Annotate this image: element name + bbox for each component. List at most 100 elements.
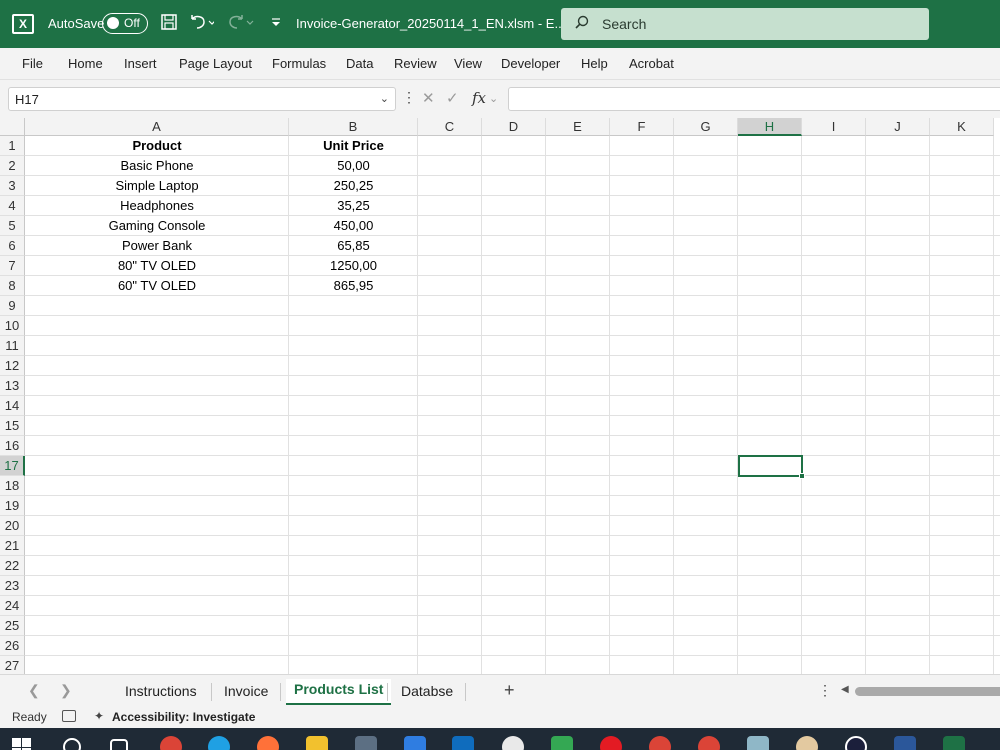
outlook-icon[interactable]: [452, 736, 474, 750]
column-header-a[interactable]: A: [25, 118, 289, 136]
row-header-18[interactable]: 18: [0, 476, 25, 496]
column-header-b[interactable]: B: [289, 118, 418, 136]
product-name-cell[interactable]: Power Bank: [25, 236, 289, 256]
more-options-icon[interactable]: ⋮: [402, 89, 416, 106]
firefox-icon[interactable]: [257, 736, 279, 750]
row-header-6[interactable]: 6: [0, 236, 25, 256]
chrome-icon[interactable]: [160, 736, 182, 750]
unit-price-cell[interactable]: 1250,00: [289, 256, 418, 276]
redo-icon[interactable]: [228, 13, 254, 35]
selected-cell-h17[interactable]: [738, 455, 805, 479]
scroll-left-icon[interactable]: ◀: [841, 684, 849, 695]
insert-function-button[interactable]: fx: [472, 89, 486, 107]
unit-price-cell[interactable]: 35,25: [289, 196, 418, 216]
product-name-cell[interactable]: Gaming Console: [25, 216, 289, 236]
drive-icon[interactable]: [551, 736, 573, 750]
row-header-16[interactable]: 16: [0, 436, 25, 456]
calculator-icon[interactable]: [355, 736, 377, 750]
store-icon[interactable]: [404, 736, 426, 750]
opera-icon[interactable]: [600, 736, 622, 750]
chevron-down-icon[interactable]: ⌄: [380, 92, 389, 105]
row-header-8[interactable]: 8: [0, 276, 25, 296]
tab-file[interactable]: File: [22, 56, 43, 71]
row-header-19[interactable]: 19: [0, 496, 25, 516]
row-header-3[interactable]: 3: [0, 176, 25, 196]
accessibility-status[interactable]: Accessibility: Investigate: [112, 710, 255, 724]
horizontal-scrollbar[interactable]: [855, 687, 1000, 696]
chrome-profile-icon[interactable]: [649, 736, 671, 750]
word-icon[interactable]: [894, 736, 916, 750]
product-name-cell[interactable]: 80" TV OLED: [25, 256, 289, 276]
fill-handle[interactable]: [799, 473, 805, 479]
row-header-10[interactable]: 10: [0, 316, 25, 336]
product-name-cell[interactable]: Basic Phone: [25, 156, 289, 176]
autosave-toggle[interactable]: Off: [102, 13, 148, 34]
next-sheet-icon[interactable]: ❯: [60, 682, 72, 699]
tab-page-layout[interactable]: Page Layout: [179, 56, 252, 71]
teamviewer-icon[interactable]: [845, 736, 867, 750]
column-header-k[interactable]: K: [930, 118, 994, 136]
unit-price-cell[interactable]: 250,25: [289, 176, 418, 196]
unit-price-cell[interactable]: 65,85: [289, 236, 418, 256]
name-box[interactable]: H17 ⌄: [8, 87, 396, 111]
macro-recording-icon[interactable]: [62, 710, 76, 722]
notes-app-icon[interactable]: [747, 736, 769, 750]
row-header-26[interactable]: 26: [0, 636, 25, 656]
column-header-c[interactable]: C: [418, 118, 482, 136]
file-explorer-icon[interactable]: [306, 736, 328, 750]
row-header-27[interactable]: 27: [0, 656, 25, 674]
accessibility-icon[interactable]: ✦: [94, 709, 104, 723]
select-all-corner[interactable]: [0, 118, 25, 136]
column-header-d[interactable]: D: [482, 118, 546, 136]
undo-icon[interactable]: [188, 13, 216, 35]
unit-price-cell[interactable]: 450,00: [289, 216, 418, 236]
paint-icon[interactable]: [796, 736, 818, 750]
formula-input[interactable]: [508, 87, 1000, 111]
more-options-icon[interactable]: ⋮: [818, 682, 832, 699]
column-header-i[interactable]: I: [802, 118, 866, 136]
customize-quick-access-icon[interactable]: [270, 13, 282, 35]
tab-view[interactable]: View: [454, 56, 482, 71]
row-header-20[interactable]: 20: [0, 516, 25, 536]
tab-formulas[interactable]: Formulas: [272, 56, 326, 71]
row-header-5[interactable]: 5: [0, 216, 25, 236]
cell-b1[interactable]: Unit Price: [289, 136, 418, 156]
row-header-9[interactable]: 9: [0, 296, 25, 316]
prev-sheet-icon[interactable]: ❮: [28, 682, 40, 699]
tab-help[interactable]: Help: [581, 56, 608, 71]
column-header-h[interactable]: H: [738, 118, 802, 136]
expand-icon[interactable]: ⌄: [489, 92, 498, 105]
sheet-tab-products-list[interactable]: Products List: [286, 679, 392, 705]
clock-app-icon[interactable]: [502, 736, 524, 750]
unit-price-cell[interactable]: 865,95: [289, 276, 418, 296]
row-header-15[interactable]: 15: [0, 416, 25, 436]
tab-acrobat[interactable]: Acrobat: [629, 56, 674, 71]
cancel-icon[interactable]: ✕: [422, 89, 435, 107]
search-box[interactable]: Search: [561, 8, 929, 40]
row-header-23[interactable]: 23: [0, 576, 25, 596]
row-header-24[interactable]: 24: [0, 596, 25, 616]
tab-insert[interactable]: Insert: [124, 56, 157, 71]
unit-price-cell[interactable]: 50,00: [289, 156, 418, 176]
excel-icon[interactable]: [943, 736, 965, 750]
row-header-21[interactable]: 21: [0, 536, 25, 556]
column-header-j[interactable]: J: [866, 118, 930, 136]
sheet-tab-databse[interactable]: Databse: [401, 683, 453, 699]
column-header-g[interactable]: G: [674, 118, 738, 136]
row-header-1[interactable]: 1: [0, 136, 25, 156]
row-header-4[interactable]: 4: [0, 196, 25, 216]
row-header-25[interactable]: 25: [0, 616, 25, 636]
product-name-cell[interactable]: Headphones: [25, 196, 289, 216]
column-header-f[interactable]: F: [610, 118, 674, 136]
tab-review[interactable]: Review: [394, 56, 437, 71]
row-header-22[interactable]: 22: [0, 556, 25, 576]
sheet-tab-invoice[interactable]: Invoice: [224, 683, 268, 699]
row-header-12[interactable]: 12: [0, 356, 25, 376]
cell-a1[interactable]: Product: [25, 136, 289, 156]
spreadsheet-grid[interactable]: ABCDEFGHIJK 1 2 3 4 5 6 7 8 9 10 11 12 13 14 15 16 17 18 1…: [0, 118, 1000, 674]
row-header-2[interactable]: 2: [0, 156, 25, 176]
product-name-cell[interactable]: 60" TV OLED: [25, 276, 289, 296]
task-view-icon[interactable]: [110, 739, 128, 750]
enter-icon[interactable]: ✓: [446, 89, 459, 107]
chrome-profile-icon[interactable]: [698, 736, 720, 750]
